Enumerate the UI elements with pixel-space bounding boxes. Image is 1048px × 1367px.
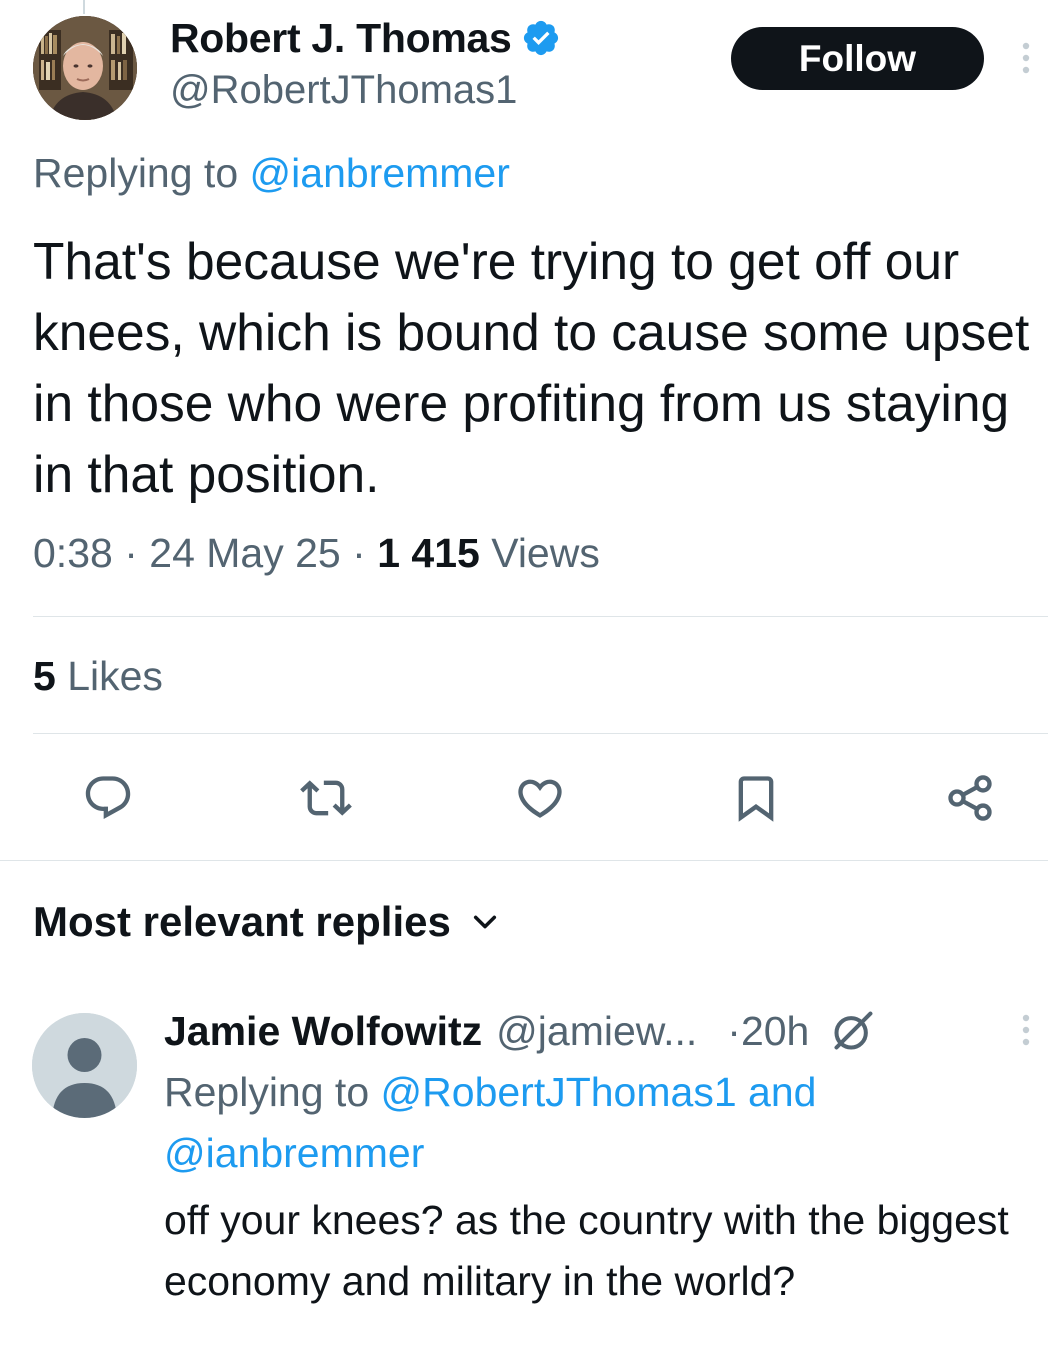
more-options-icon[interactable] — [1013, 40, 1039, 80]
default-avatar-icon — [32, 1013, 137, 1118]
replies-sort-label: Most relevant replies — [33, 898, 451, 945]
verified-badge-icon[interactable] — [521, 18, 561, 58]
divider — [33, 733, 1048, 734]
reply-header: Jamie Wolfowitz @jamiew... ·20h — [164, 1004, 875, 1058]
tweet-meta: 0:38 · 24 May 25 · 1 415 Views — [33, 530, 600, 577]
reply-replying-to-line: Replying to @RobertJThomas1 and @ianbrem… — [164, 1062, 1024, 1184]
section-divider — [0, 860, 1048, 861]
reply-text: off your knees? as the country with the … — [164, 1197, 1009, 1304]
replying-to-and[interactable]: and — [748, 1069, 816, 1115]
share-icon[interactable] — [942, 770, 998, 826]
thread-line — [83, 0, 85, 14]
author-avatar[interactable] — [33, 16, 137, 120]
likes-summary[interactable]: 5 Likes — [33, 653, 163, 700]
divider — [33, 616, 1048, 617]
retweet-icon[interactable] — [298, 770, 354, 826]
replying-to-line: Replying to @ianbremmer — [33, 150, 510, 197]
replying-to-mention[interactable]: @RobertJThomas1 — [381, 1069, 737, 1115]
replying-to-label: Replying to — [33, 150, 239, 196]
tweet-text: That's because we're trying to get off o… — [33, 232, 1030, 503]
author-name[interactable]: Robert J. Thomas — [170, 15, 512, 62]
meta-separator: · — [124, 530, 138, 576]
bookmark-icon[interactable] — [728, 770, 784, 826]
grok-icon[interactable] — [831, 1009, 875, 1053]
likes-count: 5 — [33, 653, 56, 699]
meta-separator: · — [352, 530, 366, 576]
author-handle[interactable]: @RobertJThomas1 — [170, 68, 517, 113]
avatar-photo — [33, 16, 137, 120]
replying-to-mention[interactable]: @ianbremmer — [250, 150, 510, 196]
reply-icon[interactable] — [80, 770, 136, 826]
tweet-date[interactable]: 24 May 25 — [149, 530, 340, 576]
reply-avatar[interactable] — [32, 1013, 137, 1118]
reply-author-name[interactable]: Jamie Wolfowitz — [164, 1008, 482, 1055]
reply-author-handle[interactable]: @jamiew... — [496, 1008, 697, 1055]
reply-timestamp[interactable]: ·20h — [727, 1008, 809, 1055]
like-icon[interactable] — [512, 770, 568, 826]
views-label: Views — [491, 530, 600, 576]
likes-label: Likes — [67, 653, 163, 699]
author-name-row: Robert J. Thomas — [170, 12, 561, 64]
replying-to-mention[interactable]: @ianbremmer — [164, 1130, 424, 1176]
replies-sort-dropdown[interactable]: Most relevant replies — [33, 898, 499, 946]
views-count: 1 415 — [377, 530, 480, 576]
tweet-time[interactable]: 0:38 — [33, 530, 113, 576]
follow-button[interactable]: Follow — [731, 27, 984, 90]
reply-more-options-icon[interactable] — [1013, 1012, 1039, 1052]
replying-to-label: Replying to — [164, 1069, 370, 1115]
chevron-down-icon — [473, 915, 496, 929]
